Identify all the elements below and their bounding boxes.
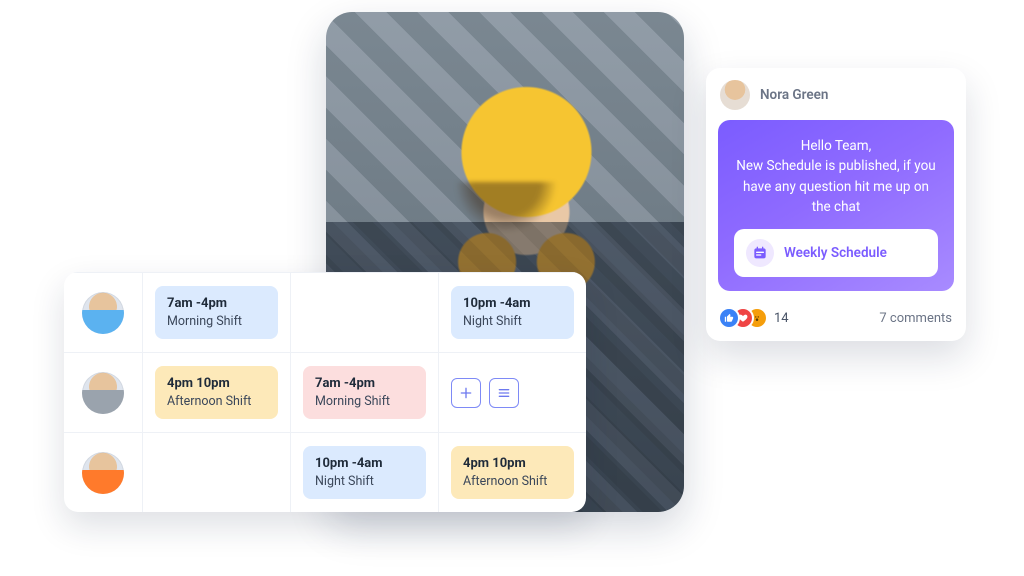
schedule-cell[interactable]: 10pm -4am Night Shift bbox=[290, 432, 438, 512]
post-card: Nora Green Hello Team, New Schedule is p… bbox=[706, 68, 966, 341]
post-body: Hello Team, New Schedule is published, i… bbox=[718, 120, 954, 291]
shift-chip-night[interactable]: 10pm -4am Night Shift bbox=[303, 446, 426, 499]
shift-time: 7am -4pm bbox=[315, 376, 414, 392]
schedule-cell-actions[interactable] bbox=[438, 352, 586, 432]
reactions-count: 14 bbox=[774, 311, 789, 326]
list-icon bbox=[496, 385, 512, 401]
post-text: Hello Team, New Schedule is published, i… bbox=[734, 136, 938, 217]
calendar-icon bbox=[746, 239, 774, 267]
add-shift-button[interactable] bbox=[451, 378, 481, 408]
schedule-avatar-cell bbox=[64, 272, 142, 352]
shift-chip-morning[interactable]: 7am -4pm Morning Shift bbox=[303, 366, 426, 419]
schedule-avatar-cell bbox=[64, 352, 142, 432]
schedule-cell[interactable]: 7am -4pm Morning Shift bbox=[290, 352, 438, 432]
shift-chip-morning[interactable]: 7am -4pm Morning Shift bbox=[155, 286, 278, 339]
schedule-cell-empty[interactable] bbox=[142, 432, 290, 512]
reactions[interactable]: 14 bbox=[720, 309, 789, 327]
attachment-label: Weekly Schedule bbox=[784, 243, 887, 263]
schedule-cell[interactable]: 10pm -4am Night Shift bbox=[438, 272, 586, 352]
avatar bbox=[82, 292, 124, 334]
shift-time: 4pm 10pm bbox=[167, 376, 266, 392]
shift-label: Afternoon Shift bbox=[167, 394, 266, 409]
attachment-chip[interactable]: Weekly Schedule bbox=[734, 229, 938, 277]
shift-time: 7am -4pm bbox=[167, 296, 266, 312]
avatar bbox=[82, 452, 124, 494]
schedule-grid: 7am -4pm Morning Shift 10pm -4am Night S… bbox=[64, 272, 586, 512]
shift-time: 4pm 10pm bbox=[463, 456, 562, 472]
avatar bbox=[720, 80, 750, 110]
shift-chip-afternoon[interactable]: 4pm 10pm Afternoon Shift bbox=[155, 366, 278, 419]
post-author: Nora Green bbox=[760, 87, 828, 103]
shift-chip-night[interactable]: 10pm -4am Night Shift bbox=[451, 286, 574, 339]
post-header: Nora Green bbox=[706, 68, 966, 120]
shift-chip-afternoon[interactable]: 4pm 10pm Afternoon Shift bbox=[451, 446, 574, 499]
schedule-cell[interactable]: 7am -4pm Morning Shift bbox=[142, 272, 290, 352]
avatar bbox=[82, 372, 124, 414]
like-icon bbox=[720, 309, 738, 327]
schedule-cell[interactable]: 4pm 10pm Afternoon Shift bbox=[438, 432, 586, 512]
shift-menu-button[interactable] bbox=[489, 378, 519, 408]
schedule-card: 7am -4pm Morning Shift 10pm -4am Night S… bbox=[64, 272, 586, 512]
shift-label: Morning Shift bbox=[167, 314, 266, 329]
plus-icon bbox=[458, 385, 474, 401]
comments-link[interactable]: 7 comments bbox=[879, 311, 952, 326]
schedule-cell[interactable]: 4pm 10pm Afternoon Shift bbox=[142, 352, 290, 432]
shift-label: Night Shift bbox=[315, 474, 414, 489]
post-footer: 14 7 comments bbox=[706, 301, 966, 341]
shift-label: Afternoon Shift bbox=[463, 474, 562, 489]
shift-time: 10pm -4am bbox=[463, 296, 562, 312]
shift-time: 10pm -4am bbox=[315, 456, 414, 472]
shift-label: Morning Shift bbox=[315, 394, 414, 409]
shift-label: Night Shift bbox=[463, 314, 562, 329]
schedule-cell-empty[interactable] bbox=[290, 272, 438, 352]
schedule-avatar-cell bbox=[64, 432, 142, 512]
